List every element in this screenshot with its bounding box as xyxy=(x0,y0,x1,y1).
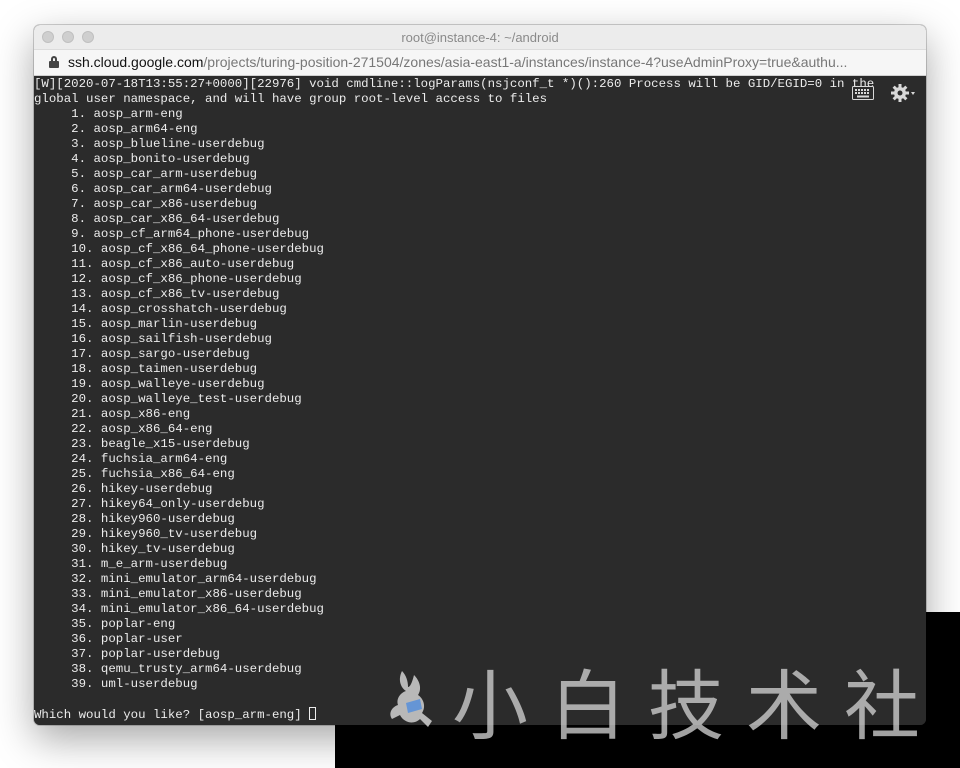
menu-option: 28. hikey960-userdebug xyxy=(34,512,235,526)
url-host: ssh.cloud.google.com xyxy=(68,54,204,70)
menu-option: 3. aosp_blueline-userdebug xyxy=(34,137,265,151)
menu-option: 10. aosp_cf_x86_64_phone-userdebug xyxy=(34,242,324,256)
menu-option: 5. aosp_car_arm-userdebug xyxy=(34,167,258,181)
watermark: 小白技术社 xyxy=(380,655,942,751)
menu-option: 33. mini_emulator_x86-userdebug xyxy=(34,587,302,601)
title-bar: root@instance-4: ~/android xyxy=(34,25,926,50)
keyboard-icon[interactable] xyxy=(852,86,874,100)
menu-option: 30. hikey_tv-userdebug xyxy=(34,542,235,556)
browser-window: root@instance-4: ~/android ssh.cloud.goo… xyxy=(34,25,926,725)
menu-option: 11. aosp_cf_x86_auto-userdebug xyxy=(34,257,295,271)
menu-option: 20. aosp_walleye_test-userdebug xyxy=(34,392,302,406)
menu-option: 24. fuchsia_arm64-eng xyxy=(34,452,228,466)
menu-option: 9. aosp_cf_arm64_phone-userdebug xyxy=(34,227,310,241)
menu-option: 1. aosp_arm-eng xyxy=(34,107,183,121)
menu-option: 4. aosp_bonito-userdebug xyxy=(34,152,250,166)
menu-option: 29. hikey960_tv-userdebug xyxy=(34,527,258,541)
menu-option: 17. aosp_sargo-userdebug xyxy=(34,347,250,361)
url-text[interactable]: ssh.cloud.google.com/projects/turing-pos… xyxy=(68,54,916,70)
window-title: root@instance-4: ~/android xyxy=(401,30,559,45)
menu-option: 22. aosp_x86_64-eng xyxy=(34,422,213,436)
menu-option: 31. m_e_arm-userdebug xyxy=(34,557,228,571)
menu-option: 8. aosp_car_x86_64-userdebug xyxy=(34,212,280,226)
menu-option: 19. aosp_walleye-userdebug xyxy=(34,377,265,391)
menu-option: 12. aosp_cf_x86_phone-userdebug xyxy=(34,272,302,286)
menu-option: 7. aosp_car_x86-userdebug xyxy=(34,197,258,211)
menu-option: 25. fuchsia_x86_64-eng xyxy=(34,467,235,481)
menu-option: 2. aosp_arm64-eng xyxy=(34,122,198,136)
log-line: [W][2020-07-18T13:55:27+0000][22976] voi… xyxy=(34,77,875,91)
menu-option: 13. aosp_cf_x86_tv-userdebug xyxy=(34,287,280,301)
menu-option: 14. aosp_crosshatch-userdebug xyxy=(34,302,287,316)
rabbit-logo-icon xyxy=(390,671,432,727)
gear-icon[interactable] xyxy=(890,83,916,103)
menu-option: 21. aosp_x86-eng xyxy=(34,407,191,421)
menu-option: 35. poplar-eng xyxy=(34,617,176,631)
menu-option: 18. aosp_taimen-userdebug xyxy=(34,362,258,376)
log-line: global user namespace, and will have gro… xyxy=(34,92,548,106)
menu-option: 32. mini_emulator_arm64-userdebug xyxy=(34,572,317,586)
menu-option: 23. beagle_x15-userdebug xyxy=(34,437,250,451)
terminal-output: [W][2020-07-18T13:55:27+0000][22976] voi… xyxy=(34,77,926,722)
menu-option: 16. aosp_sailfish-userdebug xyxy=(34,332,272,346)
text-cursor xyxy=(309,707,317,720)
url-path: /projects/turing-position-271504/zones/a… xyxy=(203,54,848,70)
lock-icon xyxy=(49,56,59,68)
menu-option: 34. mini_emulator_x86_64-userdebug xyxy=(34,602,324,616)
menu-option: 6. aosp_car_arm64-userdebug xyxy=(34,182,272,196)
prompt-text: Which would you like? [aosp_arm-eng] xyxy=(34,708,310,722)
menu-option: 27. hikey64_only-userdebug xyxy=(34,497,265,511)
watermark-text: 小白技术社 xyxy=(452,662,942,751)
terminal[interactable]: [W][2020-07-18T13:55:27+0000][22976] voi… xyxy=(34,76,926,725)
menu-option: 15. aosp_marlin-userdebug xyxy=(34,317,258,331)
menu-option: 26. hikey-userdebug xyxy=(34,482,213,496)
lunch-menu-list: 1. aosp_arm-eng 2. aosp_arm64-eng 3. aos… xyxy=(34,107,926,692)
address-bar[interactable]: ssh.cloud.google.com/projects/turing-pos… xyxy=(34,50,926,76)
